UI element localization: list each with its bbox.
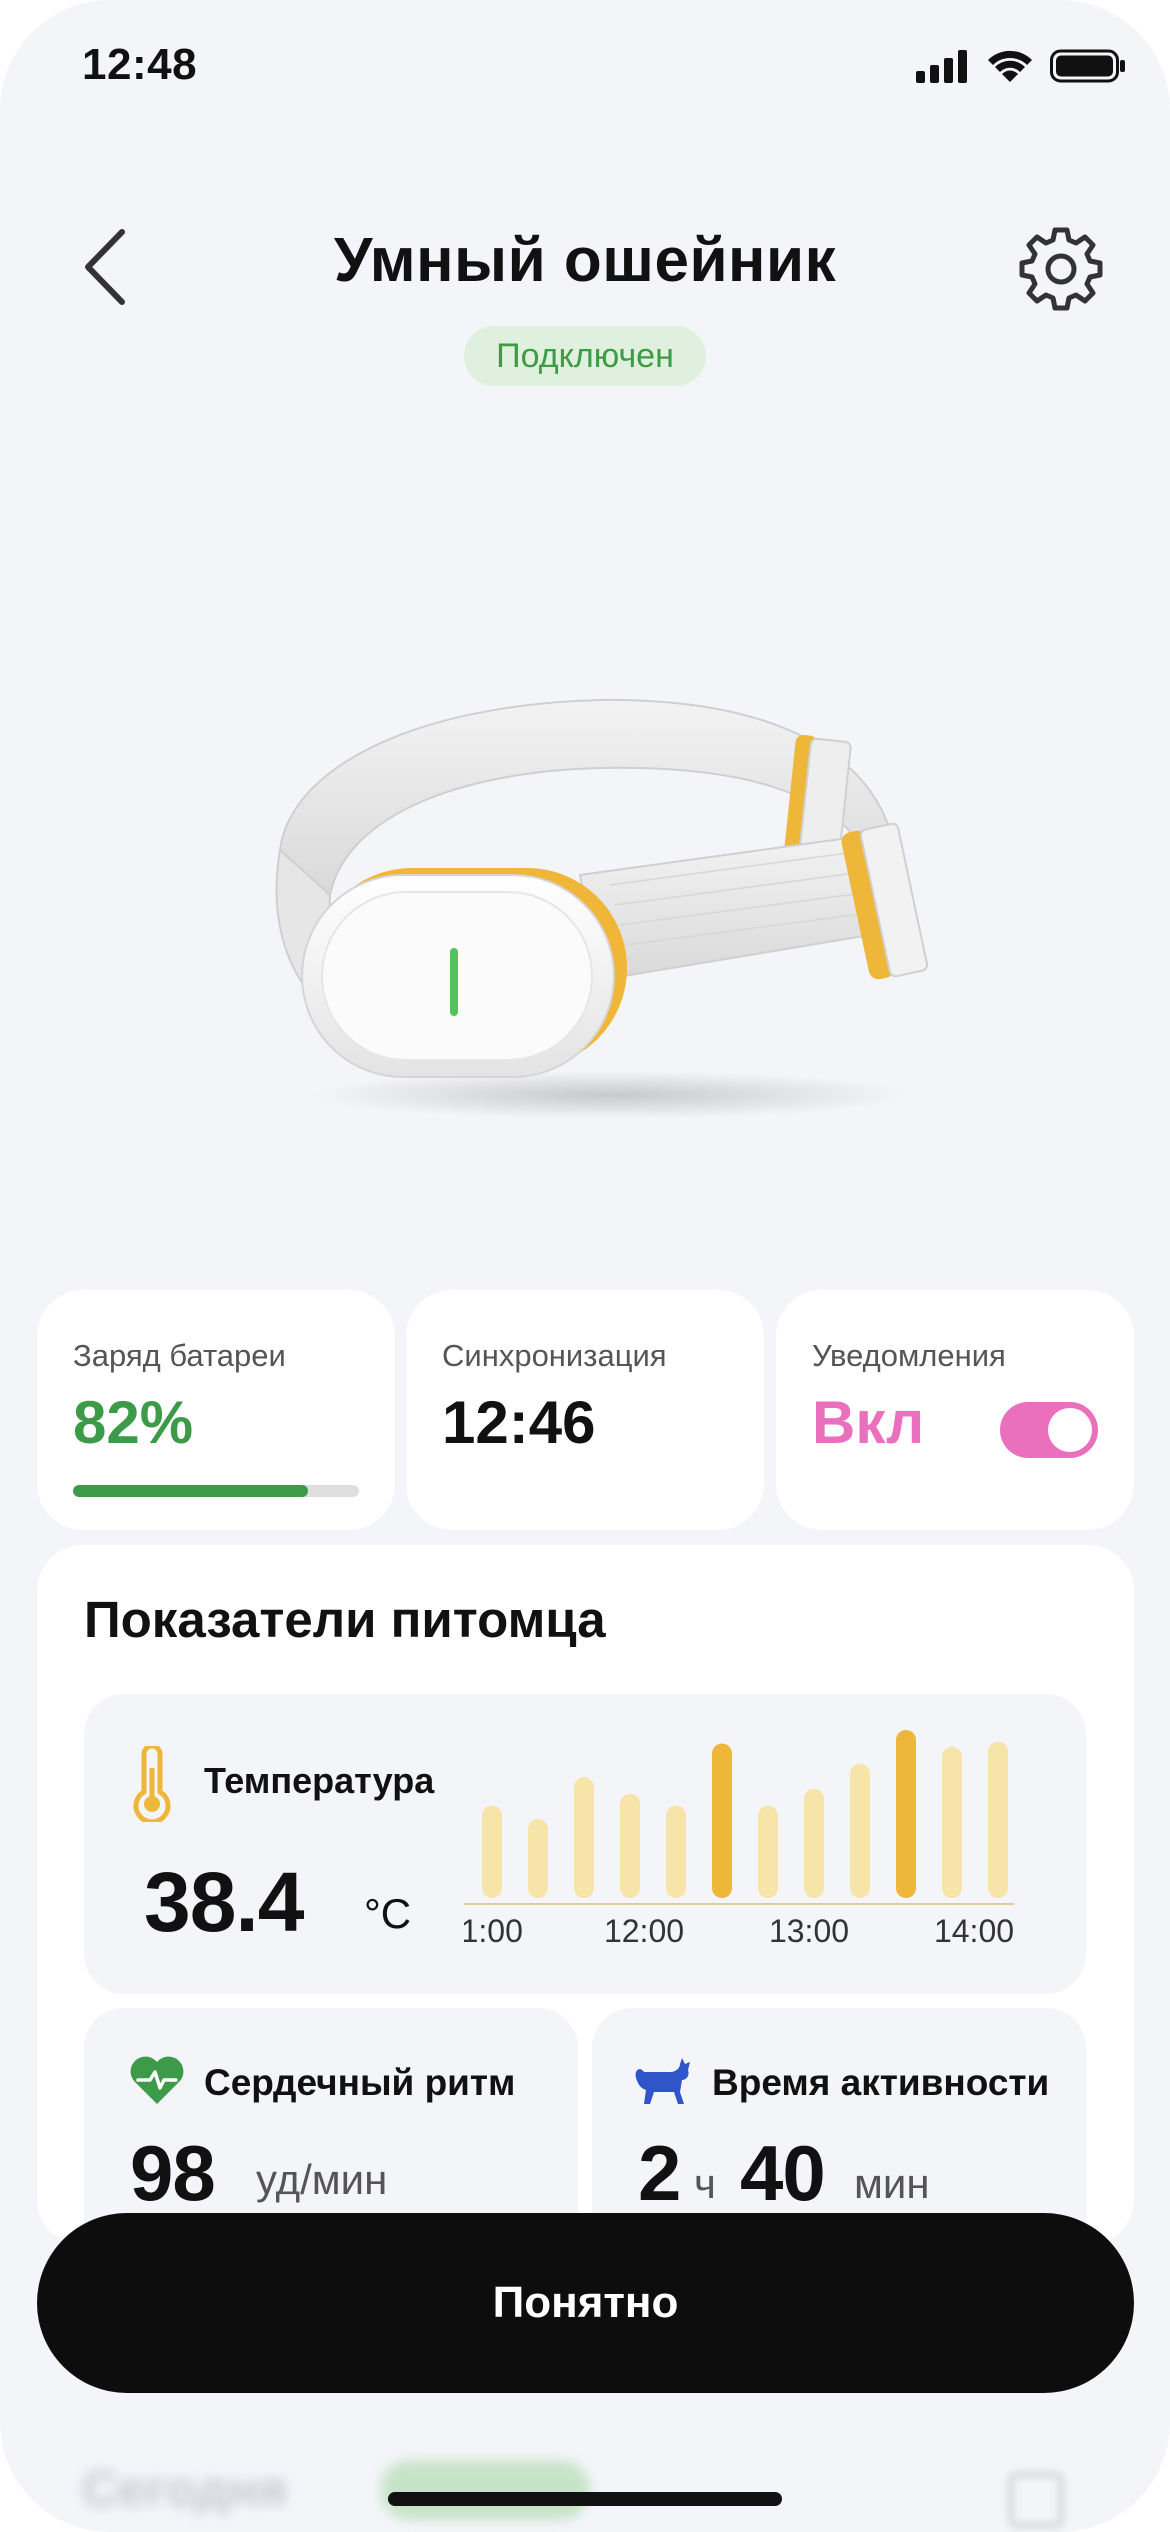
temperature-value: 38.4 (144, 1855, 304, 1949)
temperature-bar (942, 1746, 962, 1898)
chart-tick-label: 11:00 (464, 1913, 523, 1949)
activity-label: Время активности (712, 2062, 1050, 2103)
heart-pulse-icon (130, 2056, 184, 2104)
gear-icon (1019, 227, 1103, 311)
temperature-bar (666, 1805, 686, 1898)
sync-card: Синхронизация 12:46 (406, 1290, 764, 1530)
temperature-bar (988, 1741, 1008, 1898)
temperature-label: Температура (204, 1760, 435, 1801)
home-indicator (388, 2492, 782, 2506)
sync-value: 12:46 (442, 1389, 596, 1456)
battery-progress-fill (73, 1485, 308, 1497)
temperature-bar (528, 1819, 548, 1898)
confirm-button[interactable]: Понятно (37, 2213, 1134, 2393)
below-fold-today-label: Сегодня (82, 2461, 288, 2517)
temperature-unit: °C (364, 1890, 412, 1937)
activity-minutes: 40 (740, 2129, 826, 2217)
chart-tick-label: 14:00 (934, 1913, 1014, 1949)
settings-button[interactable] (1016, 222, 1106, 312)
temperature-bar (850, 1763, 870, 1898)
signal-icon (916, 50, 967, 83)
temperature-bar (896, 1730, 916, 1898)
temperature-card[interactable]: Температура 38.4 °C 11:00 12:00 13:00 14:00 (84, 1694, 1086, 1994)
battery-icon (1050, 49, 1125, 83)
temperature-bar (482, 1805, 502, 1898)
chart-tick-label: 12:00 (604, 1913, 684, 1949)
calendar-icon (1008, 2472, 1064, 2528)
battery-value: 82% (73, 1389, 194, 1456)
notifications-toggle[interactable] (1000, 1402, 1098, 1458)
sync-label: Синхронизация (442, 1338, 667, 1373)
status-time: 12:48 (82, 40, 198, 89)
activity-hours-unit: ч (694, 2160, 716, 2207)
temperature-bar (574, 1777, 594, 1898)
chart-tick-label: 13:00 (769, 1913, 849, 1949)
battery-progress-track (73, 1485, 359, 1497)
notifications-card: Уведомления Вкл (776, 1290, 1134, 1530)
temperature-chart: 11:00 12:00 13:00 14:00 (464, 1730, 1014, 1949)
battery-card: Заряд батареи 82% (37, 1290, 395, 1530)
temperature-bar (758, 1805, 778, 1898)
below-fold-pill (380, 2460, 590, 2520)
connection-status-badge: Подключен (464, 326, 706, 386)
battery-label: Заряд батареи (73, 1338, 286, 1373)
temperature-bar (712, 1743, 732, 1898)
activity-minutes-unit: мин (854, 2160, 930, 2207)
toggle-knob (1048, 1408, 1092, 1452)
notifications-value: Вкл (812, 1389, 925, 1456)
screen: 12:48 Умный ошейник Подключен Заряд бата… (0, 0, 1170, 2532)
pet-metrics-title: Показатели питомца (84, 1591, 606, 1648)
thermometer-icon (133, 1746, 171, 1822)
collar-image (275, 698, 929, 1119)
wifi-icon (988, 50, 1032, 82)
temperature-bar (804, 1788, 824, 1898)
heart-rate-unit: уд/мин (256, 2156, 388, 2203)
status-icons (916, 48, 1126, 84)
heart-rate-label: Сердечный ритм (204, 2062, 516, 2103)
activity-hours: 2 (638, 2129, 681, 2217)
heart-rate-value: 98 (130, 2129, 216, 2217)
page-title: Умный ошейник (333, 226, 837, 295)
cat-icon (635, 2058, 690, 2104)
temperature-bar (620, 1793, 640, 1898)
notifications-label: Уведомления (812, 1338, 1006, 1373)
